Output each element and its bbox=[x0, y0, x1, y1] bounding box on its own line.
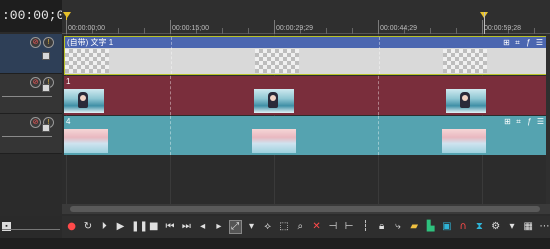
auto-ripple-icon[interactable]: ⤷ bbox=[392, 221, 403, 233]
crop-icon[interactable]: ⌗ bbox=[513, 38, 522, 47]
status-bar bbox=[0, 238, 550, 249]
mute-icon[interactable]: ⊘ bbox=[30, 37, 41, 48]
region-icon[interactable]: ▙ bbox=[425, 221, 436, 233]
track-level-slider[interactable] bbox=[2, 96, 52, 97]
split-icon[interactable]: ┆ bbox=[360, 221, 371, 233]
ruler-label: 00:00:44;29 bbox=[380, 25, 417, 32]
next-frame-icon[interactable]: ▸ bbox=[213, 221, 224, 233]
crossfade-icon[interactable]: ⧗ bbox=[474, 221, 485, 233]
track-header-text[interactable]: ⊘ ! bbox=[0, 34, 62, 74]
marker-icon[interactable]: ▰ bbox=[409, 221, 420, 233]
go-start-icon[interactable]: ⏮ bbox=[164, 221, 175, 233]
clip-thumbnail bbox=[443, 49, 487, 73]
grid-icon[interactable]: ▦ bbox=[523, 221, 534, 233]
ruler-tick bbox=[170, 20, 171, 34]
clip-thumbnail bbox=[255, 49, 299, 73]
settings-icon[interactable]: ⚙ bbox=[490, 221, 501, 233]
stop-icon[interactable]: ■ bbox=[148, 221, 159, 233]
solo-icon[interactable]: ! bbox=[43, 37, 54, 48]
fx-icon[interactable]: ƒ bbox=[524, 38, 533, 47]
track-header-video[interactable]: ⊘ ! bbox=[0, 74, 62, 114]
clip-thumbnail bbox=[442, 129, 486, 153]
frame-divider bbox=[170, 116, 171, 155]
clip-thumbnail bbox=[254, 89, 294, 113]
image-track-clip[interactable]: 4 ⊞ ⌗ ƒ ☰ bbox=[64, 116, 547, 155]
envelope-tool-icon[interactable]: ⟡ bbox=[262, 221, 273, 233]
ruler-tick bbox=[482, 20, 483, 34]
clip-thumbnail bbox=[65, 49, 109, 73]
track-expand-button[interactable] bbox=[42, 124, 50, 132]
ruler-label: 00:00:59;28 bbox=[484, 25, 521, 32]
prev-frame-icon[interactable]: ◂ bbox=[197, 221, 208, 233]
edit-tool-icon[interactable]: ⤢ bbox=[228, 220, 242, 234]
go-end-icon[interactable]: ⏭ bbox=[181, 221, 192, 233]
trim-start-icon[interactable]: ⊣ bbox=[327, 221, 338, 233]
lock-icon[interactable]: 🔒︎ bbox=[376, 221, 387, 233]
loop-end-line bbox=[484, 12, 485, 36]
ruler-label: 00:00:00;00 bbox=[68, 25, 105, 32]
ruler-tick bbox=[378, 20, 379, 34]
dropdown2-icon[interactable]: ▾ bbox=[506, 221, 517, 233]
record-icon[interactable]: ● bbox=[66, 221, 77, 233]
play-from-start-icon[interactable]: ⏵ bbox=[99, 221, 110, 233]
more-icon[interactable]: ⋯ bbox=[539, 221, 550, 233]
snap-icon[interactable]: ▣ bbox=[441, 221, 452, 233]
video-track-clip[interactable]: 1 bbox=[64, 76, 547, 115]
frame-divider bbox=[378, 116, 379, 155]
timecode-display[interactable]: :00:00;00 bbox=[0, 0, 62, 32]
pause-icon[interactable]: ❚❚ bbox=[131, 221, 148, 233]
vertical-scrollbar[interactable] bbox=[546, 34, 550, 204]
crop-icon[interactable]: ⌗ bbox=[514, 117, 523, 126]
loop-icon[interactable]: ↻ bbox=[82, 221, 93, 233]
clip-thumbnail bbox=[252, 129, 296, 153]
text-track-clip[interactable]: (自带) 文字 1 ⊞ ⌗ ƒ ☰ bbox=[64, 36, 547, 75]
timeline-area[interactable]: (自带) 文字 1 ⊞ ⌗ ƒ ☰ 1 4 ⊞ ⌗ ƒ ☰ bbox=[62, 34, 550, 204]
ruler-tick bbox=[274, 20, 275, 34]
magnet-icon[interactable]: ∩ bbox=[457, 221, 468, 233]
dropdown-icon[interactable]: ▾ bbox=[246, 221, 257, 233]
pan-crop-icon[interactable]: ⊞ bbox=[502, 38, 511, 47]
clip-thumbnail bbox=[64, 89, 104, 113]
selection-tool-icon[interactable]: ⬚ bbox=[278, 221, 289, 233]
trim-end-icon[interactable]: ⊢ bbox=[344, 221, 355, 233]
left-bottom-panel: ▪ bbox=[0, 216, 62, 238]
ruler-label: 00:00:15;00 bbox=[172, 25, 209, 32]
menu-icon[interactable]: ☰ bbox=[535, 38, 544, 47]
fx-icon[interactable]: ƒ bbox=[525, 117, 534, 126]
track-number: 1 bbox=[66, 77, 71, 86]
zoom-tool-icon[interactable]: ⌕ bbox=[295, 221, 306, 233]
track-header-image[interactable]: ⊘ ! bbox=[0, 114, 62, 154]
clip-title: (自带) 文字 1 bbox=[65, 37, 546, 48]
ruler-label: 00:00:29;29 bbox=[276, 25, 313, 32]
loop-start-marker[interactable] bbox=[63, 12, 71, 18]
delete-icon[interactable]: ✕ bbox=[311, 221, 322, 233]
menu-icon[interactable]: ☰ bbox=[536, 117, 545, 126]
timeline-ruler[interactable]: 00:00:00;00 00:00:15;00 00:00:29;29 00:0… bbox=[62, 0, 550, 36]
clip-thumbnail bbox=[446, 89, 486, 113]
timeline-window: :00:00;00 00:00:00;00 00:00:15;00 00:00:… bbox=[0, 0, 550, 249]
transport-toolbar: ● ↻ ⏵ ▶ ❚❚ ■ ⏮ ⏭ ◂ ▸ ⤢ ▾ ⟡ ⬚ ⌕ ✕ ⊣ ⊢ ┆ 🔒… bbox=[62, 216, 550, 238]
track-number: 4 bbox=[66, 117, 71, 126]
track-expand-button[interactable] bbox=[42, 52, 50, 60]
mute-icon[interactable]: ⊘ bbox=[30, 77, 41, 88]
play-icon[interactable]: ▶ bbox=[115, 221, 126, 233]
track-expand-button[interactable] bbox=[42, 84, 50, 92]
frame-divider bbox=[379, 37, 380, 74]
horizontal-scrollbar[interactable] bbox=[62, 204, 550, 214]
ruler-tick bbox=[66, 20, 67, 34]
track-level-slider[interactable] bbox=[2, 136, 52, 137]
pan-crop-icon[interactable]: ⊞ bbox=[503, 117, 512, 126]
clip-thumbnail bbox=[64, 129, 108, 153]
frame-divider bbox=[170, 76, 171, 115]
mute-icon[interactable]: ⊘ bbox=[30, 117, 41, 128]
frame-divider bbox=[378, 76, 379, 115]
frame-divider bbox=[171, 37, 172, 74]
scrollbar-thumb[interactable] bbox=[70, 206, 540, 212]
zoom-slider[interactable] bbox=[2, 229, 60, 230]
